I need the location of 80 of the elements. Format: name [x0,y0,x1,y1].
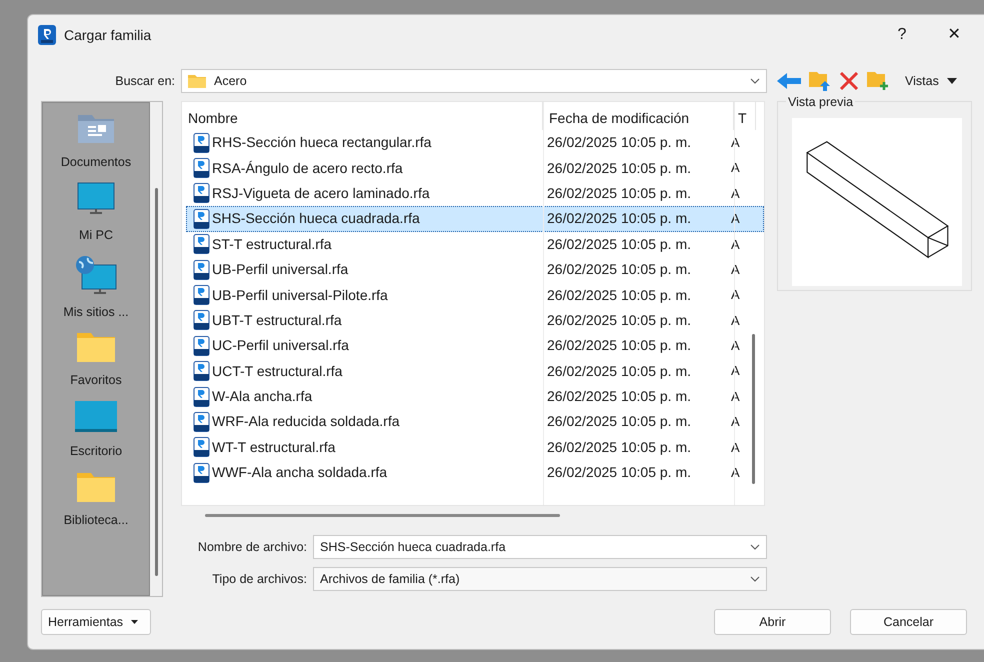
file-name-label: Nombre de archivo: [198,538,307,556]
globe-monitor-icon[interactable] [74,254,118,294]
scrollbar-thumb[interactable] [752,334,755,484]
place-label[interactable]: Mi PC [78,226,114,244]
delete-icon[interactable] [839,72,859,90]
views-menu[interactable]: Vistas [905,72,939,90]
file-name: UC-Perfil universal.rfa [212,336,349,356]
file-name: UB-Perfil universal-Pilote.rfa [212,286,388,305]
file-name-field[interactable]: SHS-Sección hueca cuadrada.rfa [313,535,767,559]
revit-file-icon [193,132,210,153]
place-label[interactable]: Escritorio [70,442,122,461]
file-name: WT-T estructural.rfa [212,438,336,457]
modified-date: 26/02/2025 10:05 p. m. [546,412,692,432]
document-folder-icon[interactable] [76,113,116,145]
revit-file-icon [193,386,210,407]
file-name: W-Ala ancha.rfa [212,387,312,406]
file-name: ST-T estructural.rfa [212,234,332,254]
revit-file-icon [193,285,210,306]
revit-file-icon [193,208,210,229]
tools-button[interactable]: Herramientas [41,609,151,635]
place-label[interactable]: Mis sitios ... [63,302,129,322]
file-name: SHS-Sección hueca cuadrada.rfa [212,209,420,228]
desktop-icon[interactable] [74,400,118,434]
scrollbar-thumb[interactable] [154,188,158,576]
scrollbar-thumb[interactable] [205,514,560,517]
revit-file-icon [193,234,210,254]
folder-icon [188,74,206,88]
revit-file-icon [193,336,210,356]
chevron-down-icon [750,576,760,582]
revit-file-icon [193,462,210,483]
dropdown-caret-icon [131,620,138,624]
modified-date: 26/02/2025 10:05 p. m. [546,438,692,457]
modified-date: 26/02/2025 10:05 p. m. [546,133,692,152]
modified-date: 26/02/2025 10:05 p. m. [546,234,692,254]
look-in-label: Buscar en: [115,72,175,90]
modified-date: 26/02/2025 10:05 p. m. [546,387,692,406]
window-title: Cargar familia [64,26,152,45]
revit-file-icon [193,158,210,178]
look-in-combo[interactable]: Acero [181,69,767,93]
place-label[interactable]: Biblioteca... [64,510,128,530]
modified-date: 26/02/2025 10:05 p. m. [546,286,692,305]
modified-date: 26/02/2025 10:05 p. m. [546,362,692,381]
file-name: UB-Perfil universal.rfa [212,260,348,280]
chevron-down-icon [750,544,760,550]
revit-file-icon [193,310,210,330]
revit-file-icon [193,260,210,280]
dropdown-caret-icon[interactable] [946,78,957,84]
file-name: UBT-T estructural.rfa [212,310,342,330]
file-name: WRF-Ala reducida soldada.rfa [212,412,400,432]
modified-date: 26/02/2025 10:05 p. m. [546,260,692,280]
file-type-label: Tipo de archivos: [212,570,307,588]
folder-icon[interactable] [76,470,116,503]
revit-file-icon [193,183,210,204]
help-button[interactable]: ? [880,23,924,47]
revit-file-icon [193,361,210,382]
file-name: RSJ-Vigueta de acero laminado.rfa [212,184,430,203]
app-logo-icon [38,25,56,45]
modified-date: 26/02/2025 10:05 p. m. [546,158,692,178]
place-label[interactable]: Favoritos [70,371,122,390]
cancel-button[interactable]: Cancelar [850,609,967,635]
modified-date: 26/02/2025 10:05 p. m. [546,310,692,330]
modified-date: 26/02/2025 10:05 p. m. [546,336,692,356]
place-label[interactable]: Documentos [60,153,132,172]
close-button[interactable]: ✕ [932,23,976,47]
back-arrow-icon[interactable] [777,72,801,90]
file-type-combo[interactable]: Archivos de familia (*.rfa) [313,567,767,591]
modified-date: 26/02/2025 10:05 p. m. [546,184,692,203]
file-name: UCT-T estructural.rfa [212,362,342,381]
chevron-down-icon [750,78,760,84]
file-name: WWF-Ala ancha soldada.rfa [212,463,388,482]
modified-date: 26/02/2025 10:05 p. m. [546,463,692,482]
revit-file-icon [193,412,210,432]
folder-icon[interactable] [76,331,116,364]
new-folder-icon[interactable] [867,71,889,91]
modified-date: 26/02/2025 10:05 p. m. [546,209,692,228]
open-button[interactable]: Abrir [714,609,831,635]
file-name: RSA-Ángulo de acero recto.rfa [212,158,403,178]
file-name: RHS-Sección hueca rectangular.rfa [212,133,432,152]
revit-file-icon [193,437,210,458]
folder-up-icon[interactable] [809,71,831,91]
